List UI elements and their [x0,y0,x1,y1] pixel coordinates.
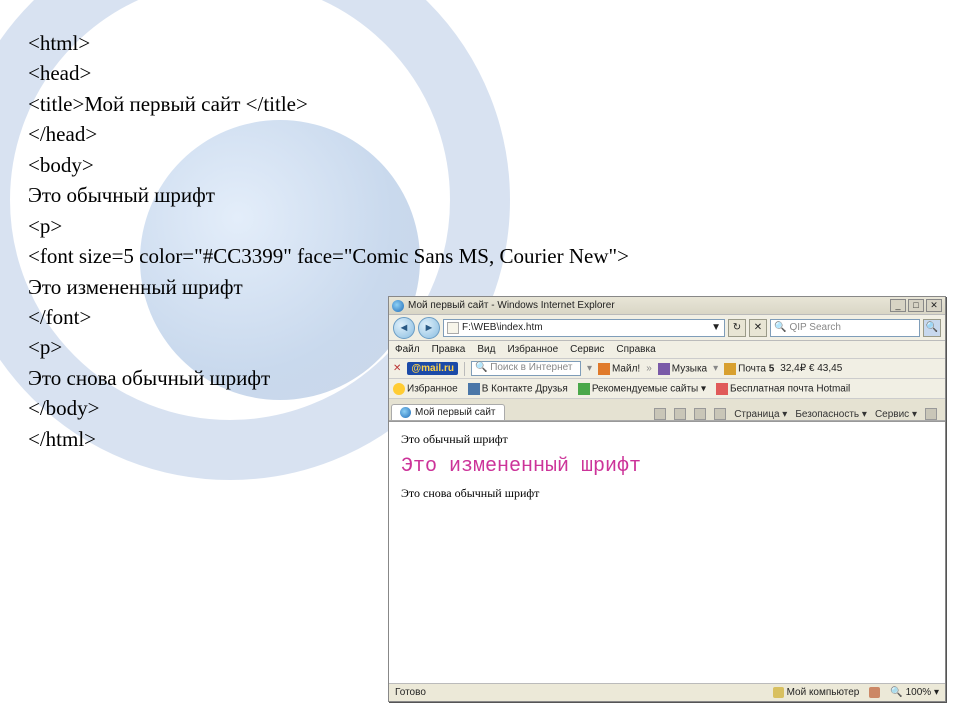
recommended-link[interactable]: Рекомендуемые сайты ▾ [578,383,706,395]
stop-button[interactable]: ✕ [749,319,767,337]
window-title: Мой первый сайт - Windows Internet Explo… [408,300,890,311]
music-link[interactable]: Музыка [658,363,707,375]
maximize-button[interactable]: □ [908,299,924,312]
menu-edit[interactable]: Правка [432,344,466,355]
vk-link[interactable]: В Контакте Друзья [468,383,568,395]
content-p2: Это измененный шрифт [401,455,933,478]
menu-tools[interactable]: Сервис [570,344,604,355]
computer-icon [773,687,784,698]
status-bar: Готово Мой компьютер 🔍 100% ▾ [389,683,945,701]
favorites-button[interactable]: Избранное [393,383,458,395]
mail-link[interactable]: Майл! [598,363,640,375]
menu-bar: Файл Правка Вид Избранное Сервис Справка [389,341,945,359]
menu-favorites[interactable]: Избранное [507,344,558,355]
print-icon[interactable] [714,408,726,420]
mail-icon[interactable] [694,408,706,420]
code-line: <html> [28,28,908,58]
ie-browser-window: Мой первый сайт - Windows Internet Explo… [388,296,946,702]
menu-view[interactable]: Вид [477,344,495,355]
forward-button[interactable]: ► [418,317,440,339]
search-box[interactable]: 🔍 QIP Search [770,319,920,337]
refresh-button[interactable]: ↻ [728,319,746,337]
post-link[interactable]: Почта 5 [724,363,774,375]
search-go-button[interactable]: 🔍 [923,319,941,337]
code-line: <head> [28,58,908,88]
nav-toolbar: ◄ ► F:\WEB\index.htm ▼ ↻ ✕ 🔍 QIP Search … [389,315,945,341]
content-p1: Это обычный шрифт [401,432,933,447]
code-line: <body> [28,150,908,180]
status-text: Готово [395,687,426,698]
page-content: Это обычный шрифт Это измененный шрифт Э… [389,421,945,683]
home-icon[interactable] [654,408,666,420]
help-icon[interactable] [925,408,937,420]
code-line: </head> [28,119,908,149]
service-menu[interactable]: Сервис ▾ [875,409,917,420]
command-bar: Страница ▾ Безопасность ▾ Сервис ▾ [648,408,943,420]
security-menu[interactable]: Безопасность ▾ [795,409,867,420]
address-bar[interactable]: F:\WEB\index.htm ▼ [443,319,725,337]
menu-help[interactable]: Справка [616,344,655,355]
code-line: Это обычный шрифт [28,180,908,210]
code-line: <title>Мой первый сайт </title> [28,89,908,119]
close-button[interactable]: ✕ [926,299,942,312]
feeds-icon[interactable] [674,408,686,420]
minimize-button[interactable]: _ [890,299,906,312]
address-text: F:\WEB\index.htm [462,322,543,333]
mailru-logo[interactable]: @@mail.rumail.ru [407,362,458,375]
mailru-search[interactable]: 🔍 Поиск в Интернет [471,361,581,376]
mailru-toolbar: ✕ @@mail.rumail.ru 🔍 Поиск в Интернет ▾ … [389,359,945,379]
zoom-level[interactable]: 🔍 100% ▾ [890,687,939,698]
browser-tab[interactable]: Мой первый сайт [391,404,505,420]
window-titlebar: Мой первый сайт - Windows Internet Explo… [389,297,945,315]
protected-mode-icon [869,687,880,698]
tab-label: Мой первый сайт [415,407,496,418]
balance: 32,4₽ € 43,45 [780,363,842,374]
code-line: <p> [28,211,908,241]
favorites-bar: Избранное В Контакте Друзья Рекомендуемы… [389,379,945,399]
menu-file[interactable]: Файл [395,344,420,355]
ie-icon [392,300,404,312]
search-placeholder: QIP Search [789,322,841,333]
content-p3: Это снова обычный шрифт [401,486,933,501]
hotmail-link[interactable]: Бесплатная почта Hotmail [716,383,850,395]
code-line: <font size=5 color="#CC3399" face="Comic… [28,241,908,271]
page-icon [447,322,459,334]
security-zone: Мой компьютер [773,687,860,698]
tab-favicon [400,407,411,418]
tab-bar: Мой первый сайт Страница ▾ Безопасность … [389,399,945,421]
back-button[interactable]: ◄ [393,317,415,339]
page-menu[interactable]: Страница ▾ [734,409,787,420]
toolbar-close-icon[interactable]: ✕ [393,363,401,374]
